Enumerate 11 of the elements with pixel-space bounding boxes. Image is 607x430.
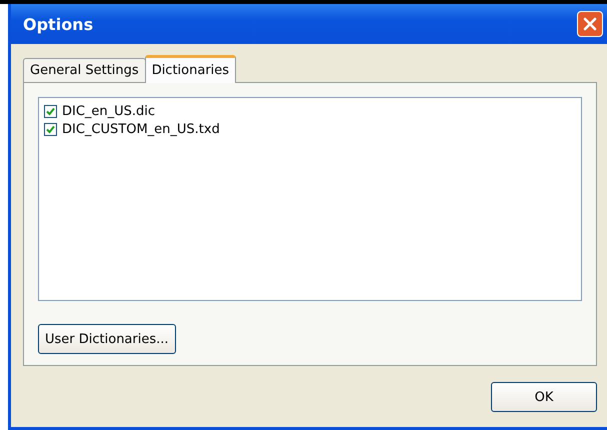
close-button[interactable] (577, 11, 603, 37)
dictionary-label: DIC_en_US.dic (62, 104, 156, 118)
tab[interactable]: General Settings (23, 58, 146, 82)
close-icon (583, 17, 597, 31)
dictionary-label: DIC_CUSTOM_en_US.txd (62, 122, 220, 136)
user-dictionaries-button[interactable]: User Dictionaries... (38, 324, 176, 354)
ok-button[interactable]: OK (491, 382, 597, 412)
checkbox[interactable] (44, 104, 57, 118)
window-title: Options (23, 14, 94, 34)
checkbox[interactable] (44, 122, 57, 136)
tab[interactable]: Dictionaries (144, 55, 236, 83)
